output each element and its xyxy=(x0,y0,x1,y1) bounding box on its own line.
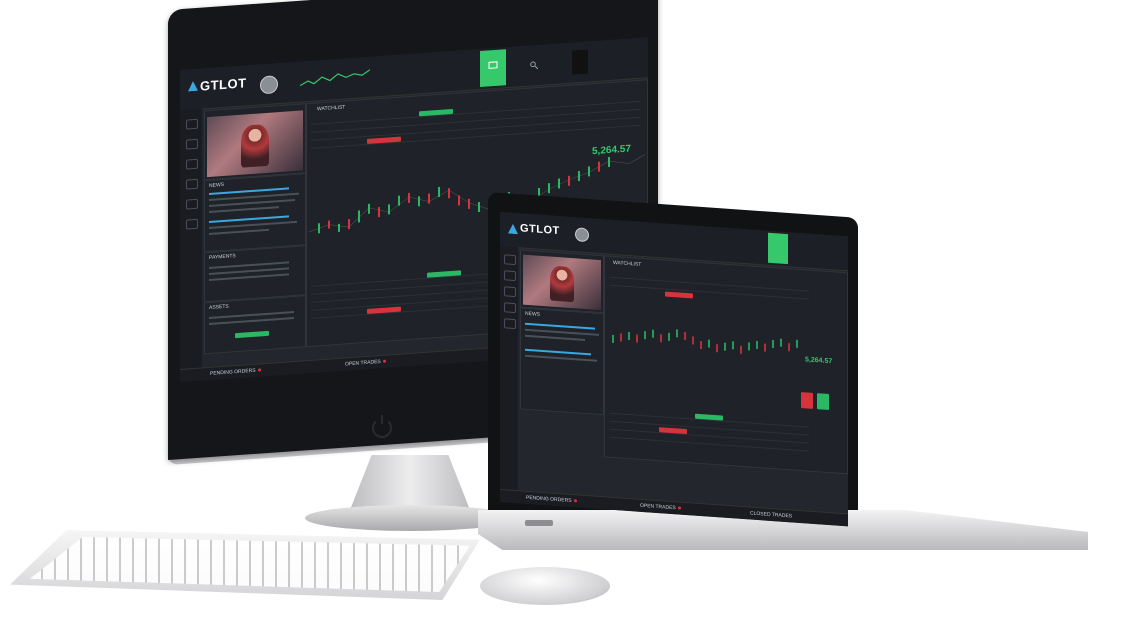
assets-action-button[interactable] xyxy=(235,330,269,339)
payments-panel: PAYMENTS xyxy=(204,245,306,303)
sparkline xyxy=(300,69,370,87)
brand-logo: GTLOT xyxy=(200,75,247,94)
sidebar-item-2[interactable] xyxy=(504,270,516,282)
assets-panel: ASSETS xyxy=(204,295,306,355)
avatar[interactable] xyxy=(260,75,278,95)
avatar[interactable] xyxy=(575,227,589,243)
tab-closed-trades[interactable]: CLOSED TRADES xyxy=(750,510,792,519)
sidebar-item-4[interactable] xyxy=(504,302,516,314)
sidebar-item-3[interactable] xyxy=(504,286,516,298)
laptop-screen: GTLOT NEWS WATCHLIST 5,264.57 PENDING OR… xyxy=(500,212,848,527)
power-icon xyxy=(372,415,392,438)
laptop-sidebar xyxy=(500,246,518,504)
sidebar-item-5[interactable] xyxy=(504,318,516,330)
mouse xyxy=(480,567,610,605)
payments-title: PAYMENTS xyxy=(209,253,236,261)
live-video[interactable] xyxy=(523,254,601,311)
watchlist-panel: WATCHLIST 5,264.57 xyxy=(604,255,848,475)
sidebar-item-1[interactable] xyxy=(504,254,516,266)
tab-pending-orders[interactable]: PENDING ORDERS xyxy=(210,367,261,377)
buy-side-button[interactable] xyxy=(817,393,829,411)
logo-triangle-icon xyxy=(508,223,518,235)
news-panel: NEWS xyxy=(520,307,604,416)
sidebar-item-settings[interactable] xyxy=(186,218,198,230)
sidebar-item-trade[interactable] xyxy=(186,118,198,130)
search-icon[interactable] xyxy=(530,61,538,70)
news-panel: NEWS xyxy=(204,173,306,253)
sidebar xyxy=(180,108,202,382)
sidebar-item-charts[interactable] xyxy=(186,138,198,150)
watchlist-title: WATCHLIST xyxy=(317,104,346,113)
tab-open-trades-label: OPEN TRADES xyxy=(345,358,381,368)
tab-pending-orders-label: PENDING ORDERS xyxy=(526,494,572,505)
assets-title: ASSETS xyxy=(209,303,229,311)
sidebar-item-calendar[interactable] xyxy=(186,198,198,210)
deposit-button[interactable] xyxy=(480,49,506,88)
imac-stand xyxy=(350,455,470,510)
live-tv-panel xyxy=(204,103,306,181)
sell-button[interactable] xyxy=(665,291,693,299)
tab-open-trades-label: OPEN TRADES xyxy=(640,502,676,512)
tab-pending-orders-label: PENDING ORDERS xyxy=(210,367,256,377)
sell-side-button[interactable] xyxy=(801,392,813,409)
tab-closed-trades-label: CLOSED TRADES xyxy=(750,510,793,520)
live-tv-panel xyxy=(520,249,604,314)
deposit-button[interactable] xyxy=(768,232,788,265)
live-video[interactable] xyxy=(207,110,303,178)
tab-open-trades[interactable]: OPEN TRADES xyxy=(640,503,681,512)
news-title: NEWS xyxy=(209,181,224,189)
tab-open-trades[interactable]: OPEN TRADES xyxy=(345,358,386,368)
candlestick-chart[interactable] xyxy=(607,306,807,380)
logo-triangle-icon xyxy=(188,81,198,92)
laptop-port xyxy=(525,520,553,526)
deposit-icon xyxy=(488,61,498,69)
sidebar-item-news[interactable] xyxy=(186,158,198,170)
sidebar-item-education[interactable] xyxy=(186,178,198,190)
news-title: NEWS xyxy=(525,310,540,318)
watchlist-title: WATCHLIST xyxy=(613,259,642,268)
chart-type-button[interactable] xyxy=(572,49,588,75)
tab-pending-orders[interactable]: PENDING ORDERS xyxy=(526,495,577,505)
current-price: 5,264.57 xyxy=(805,356,833,366)
brand-logo: GTLOT xyxy=(520,222,560,238)
